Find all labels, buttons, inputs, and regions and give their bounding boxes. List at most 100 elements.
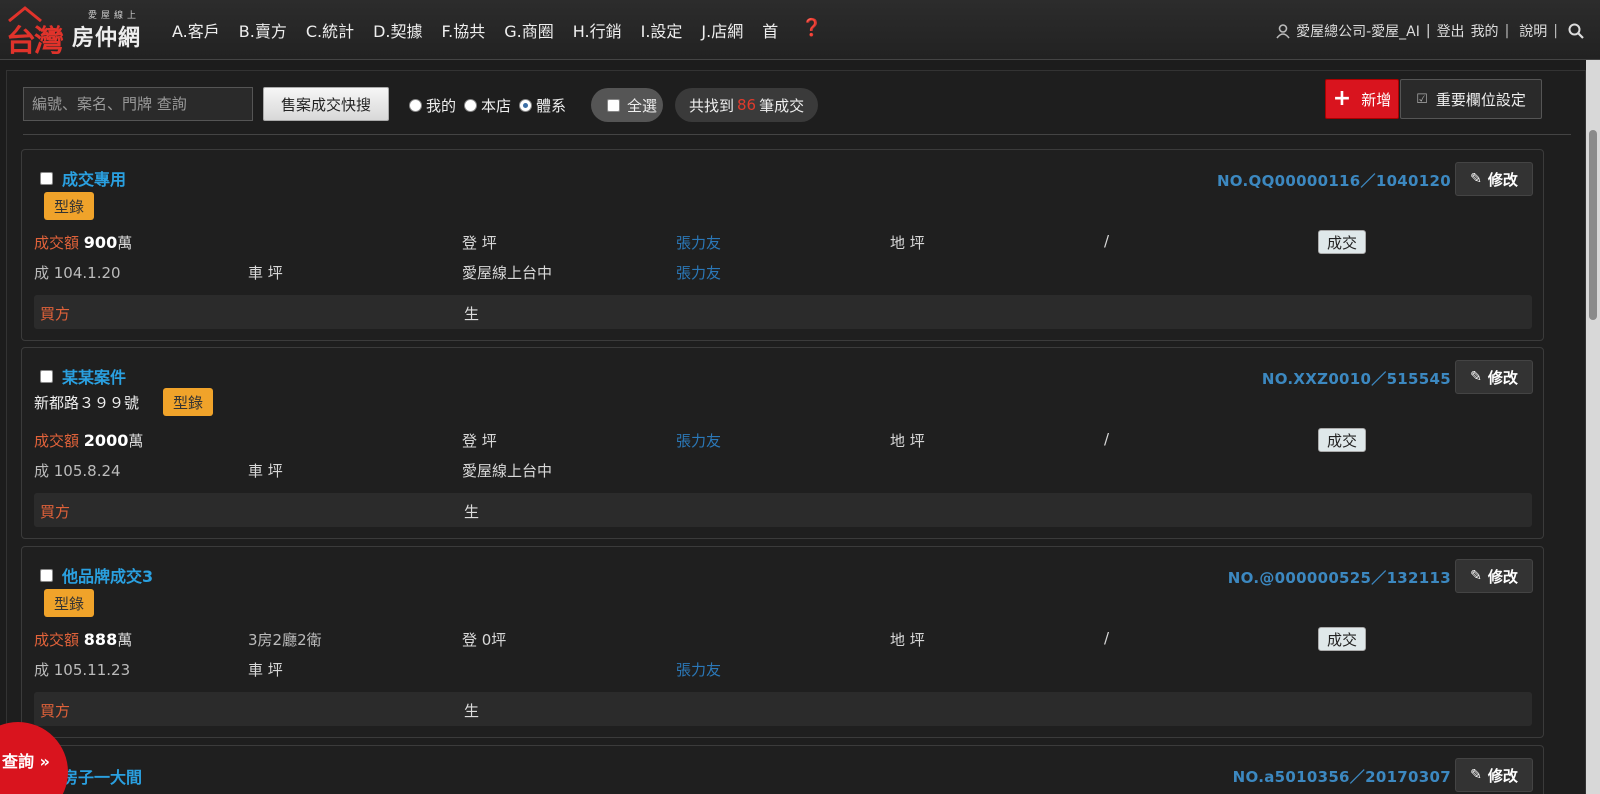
quick-search-button[interactable]: 售案成交快搜 [263, 87, 389, 121]
nav-item-home[interactable]: 首 [762, 18, 778, 42]
logo-main-text: 台灣 [6, 24, 64, 59]
select-all-toggle[interactable]: 全選 [591, 88, 663, 122]
room-layout: 3房2廳2衛 [248, 631, 322, 649]
result-count-number: 86 [737, 96, 757, 114]
site-logo[interactable]: 台灣 愛屋線上 房仲網 [6, 6, 156, 59]
edit-button[interactable]: ✎ 修改 [1455, 758, 1533, 792]
nav-item-settings[interactable]: I.設定 [641, 18, 683, 42]
card-row-secondary: 成 105.8.24 車 坪 愛屋線上台中 [34, 460, 1534, 482]
field-settings-button[interactable]: ☑ 重要欄位設定 [1400, 79, 1542, 119]
radio-mine[interactable] [409, 99, 422, 112]
radio-store[interactable] [464, 99, 478, 112]
buyer-label: 買方 [40, 305, 71, 323]
edit-button[interactable]: ✎ 修改 [1455, 162, 1533, 196]
result-count-suffix: 筆成交 [759, 96, 805, 115]
registered-area: 登 0坪 [462, 631, 507, 649]
edit-icon: ✎ [1470, 767, 1482, 783]
user-divider: | [1425, 23, 1431, 39]
agent-name-secondary[interactable]: 張力友 [676, 262, 721, 283]
logout-link[interactable]: 登出 [1437, 21, 1465, 41]
parking-area: 車 坪 [248, 264, 283, 282]
radio-mine-label: 我的 [426, 97, 457, 115]
card-checkbox[interactable] [40, 369, 53, 383]
edit-button[interactable]: ✎ 修改 [1455, 559, 1533, 593]
search-input[interactable] [23, 87, 253, 121]
top-navbar: 台灣 愛屋線上 房仲網 A.客戶 B.賣方 C.統計 D.契據 F.協共 G.商… [0, 0, 1600, 60]
scope-radio-group: 我的 本店 體系 [409, 95, 566, 116]
agent-name-secondary[interactable]: 張力友 [676, 659, 721, 680]
agent-name[interactable]: 張力友 [676, 430, 721, 451]
nav-item-business-area[interactable]: G.商圈 [504, 18, 554, 42]
catalog-tag[interactable]: 型錄 [163, 388, 214, 416]
deal-card: 他品牌成交3 型錄 NO.@000000525／132113 ✎ 修改 成交額 … [21, 546, 1544, 738]
case-name-link[interactable]: 他品牌成交3 [62, 563, 153, 587]
nav-item-customer[interactable]: A.客戶 [172, 18, 220, 42]
deal-status-badge: 成交 [1318, 230, 1366, 254]
result-count-badge: 共找到 86 筆成交 [675, 88, 819, 122]
main-content: 售案成交快搜 我的 本店 體系 全選 共找到 86 筆成交 + 新增 ☑ 重要欄… [6, 70, 1586, 794]
deal-amount-label: 成交額 [34, 234, 80, 252]
nav-item-store-web[interactable]: J.店網 [701, 18, 743, 42]
edit-icon: ✎ [1470, 568, 1482, 584]
vertical-scrollbar[interactable] [1586, 60, 1600, 794]
main-nav: A.客戶 B.賣方 C.統計 D.契據 F.協共 G.商圈 H.行銷 I.設定 … [172, 18, 841, 42]
deal-card: 房子一大間 NO.a5010356／20170307 ✎ 修改 [21, 745, 1544, 794]
query-floating-label: 查詢 » [2, 752, 50, 771]
catalog-tag[interactable]: 型錄 [44, 589, 95, 617]
card-checkbox[interactable] [40, 568, 53, 582]
slash-separator: / [1104, 629, 1110, 647]
mine-link[interactable]: 我的 [1471, 21, 1499, 41]
scrollbar-thumb[interactable] [1589, 130, 1597, 320]
radio-system-label: 體系 [536, 97, 567, 115]
buyer-bar: 買方 生 [34, 295, 1532, 329]
case-name-link[interactable]: 某某案件 [62, 364, 126, 388]
nav-item-seller[interactable]: B.賣方 [239, 18, 287, 42]
edit-button-label: 修改 [1487, 368, 1518, 387]
edit-button-label: 修改 [1487, 766, 1518, 785]
case-name-link[interactable]: 房子一大間 [62, 764, 142, 788]
slash-separator: / [1104, 232, 1110, 250]
agent-name[interactable]: 張力友 [676, 232, 721, 253]
deal-amount-unit: 萬 [117, 631, 133, 649]
search-icon[interactable] [1568, 23, 1584, 39]
nav-item-contract[interactable]: D.契據 [373, 18, 422, 42]
nav-item-stats[interactable]: C.統計 [306, 18, 354, 42]
parking-area: 車 坪 [248, 661, 283, 679]
store-name: 愛屋線上台中 [462, 462, 553, 480]
plus-icon: + [1332, 86, 1352, 111]
select-all-checkbox[interactable] [607, 98, 620, 112]
card-row-primary: 成交額 2000萬 登 坪 張力友 地 坪 / 成交 [34, 428, 1534, 452]
deal-amount-unit: 萬 [117, 234, 133, 252]
help-link[interactable]: 說明 [1519, 21, 1547, 41]
store-name: 愛屋線上台中 [462, 264, 553, 282]
card-checkbox[interactable] [40, 171, 53, 185]
user-name[interactable]: 愛屋總公司-愛屋_AI [1296, 21, 1420, 41]
help-question-icon[interactable]: ❓ [801, 18, 822, 42]
deal-amount-value: 2000 [83, 431, 129, 450]
parking-area: 車 坪 [248, 462, 283, 480]
card-title: 他品牌成交3 [40, 563, 153, 587]
add-button[interactable]: + 新增 [1325, 79, 1399, 119]
edit-button[interactable]: ✎ 修改 [1455, 360, 1533, 394]
registered-area: 登 坪 [462, 432, 497, 450]
case-name-link[interactable]: 成交專用 [62, 166, 126, 190]
catalog-tag[interactable]: 型錄 [44, 192, 95, 220]
slash-separator: / [1104, 430, 1110, 448]
deal-amount-value: 900 [83, 233, 118, 252]
case-address: 新都路３９９號 [34, 394, 140, 412]
card-title: 某某案件 [40, 364, 126, 388]
card-title: 成交專用 [40, 166, 126, 190]
divider: | [1553, 23, 1558, 39]
field-settings-label: 重要欄位設定 [1435, 90, 1526, 109]
case-number: NO.a5010356／20170307 [1232, 768, 1451, 786]
registered-area: 登 坪 [462, 234, 497, 252]
edit-icon: ✎ [1470, 171, 1482, 187]
case-number: NO.@000000525／132113 [1227, 569, 1451, 587]
nav-item-marketing[interactable]: H.行銷 [573, 18, 622, 42]
nav-item-cooperation[interactable]: F.協共 [442, 18, 486, 42]
deal-amount-label: 成交額 [34, 432, 80, 450]
radio-system[interactable] [519, 99, 533, 112]
card-row-secondary: 成 105.11.23 車 坪 張力友 [34, 659, 1534, 681]
buyer-label: 買方 [40, 503, 71, 521]
card-row-secondary: 成 104.1.20 車 坪 愛屋線上台中 張力友 [34, 262, 1534, 284]
